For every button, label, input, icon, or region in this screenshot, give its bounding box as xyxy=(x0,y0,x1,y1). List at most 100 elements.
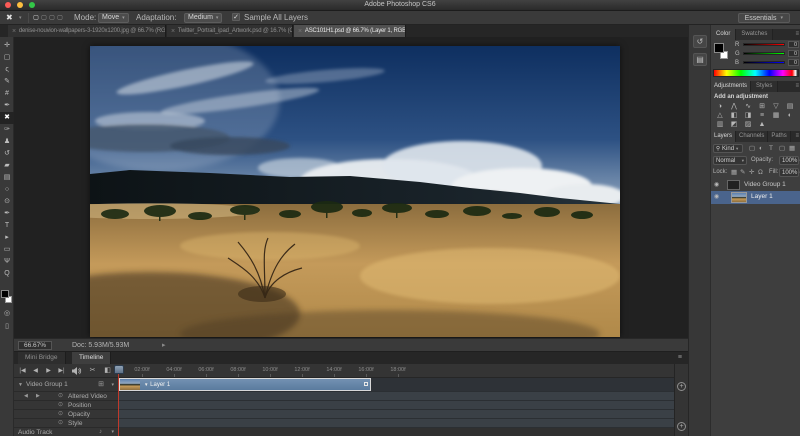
dodge-tool[interactable]: ⊙ xyxy=(0,196,14,208)
tab-color[interactable]: Color xyxy=(711,29,737,40)
tab-mini-bridge[interactable]: Mini Bridge xyxy=(18,352,66,364)
mute-audio-icon[interactable] xyxy=(72,367,82,375)
crop-tool[interactable]: # xyxy=(0,88,14,100)
red-slider[interactable] xyxy=(743,43,785,46)
filter-type-layers-icon[interactable]: T xyxy=(769,143,773,154)
adaptation-select[interactable]: Medium ▾ xyxy=(184,13,223,23)
color-panel-swatches[interactable] xyxy=(714,43,732,63)
panel-menu-icon[interactable]: ≡ xyxy=(678,354,682,361)
sample-all-layers-checkbox[interactable]: ✓ xyxy=(232,13,240,21)
document-image[interactable] xyxy=(0,31,625,358)
chevron-down-icon[interactable]: ▾ xyxy=(111,378,114,392)
document-tab-3-active[interactable]: × ASC101H1.psd @ 66.7% (Layer 1, RGB/8) … xyxy=(294,25,406,37)
video-clip-layer-1[interactable]: ▼ Layer 1 xyxy=(119,378,371,391)
lasso-tool[interactable]: ς xyxy=(0,64,14,76)
visibility-eye-icon[interactable]: ◉ xyxy=(714,191,719,203)
visibility-eye-icon[interactable]: ◉ xyxy=(714,179,719,191)
add-media-button[interactable]: + xyxy=(677,382,686,391)
previous-keyframe-icon[interactable]: ◀ xyxy=(24,392,28,401)
blur-tool[interactable]: ○ xyxy=(0,184,14,196)
intersect-selection-icon[interactable]: ▢ xyxy=(56,13,64,23)
properties-panel-icon[interactable]: ▤ xyxy=(693,53,707,66)
document-tab-1[interactable]: × denise-nouvion-wallpapers-3-1920x1200.… xyxy=(8,25,166,37)
eraser-tool[interactable]: ▰ xyxy=(0,160,14,172)
threshold-icon[interactable]: ◩ xyxy=(727,120,741,129)
disclosure-down-icon[interactable]: ▼ xyxy=(144,382,148,387)
curves-icon[interactable]: ∿ xyxy=(741,102,755,111)
split-at-playhead-icon[interactable]: ✂ xyxy=(86,366,99,376)
play-button[interactable]: ▶ xyxy=(42,366,55,376)
color-balance-icon[interactable]: △ xyxy=(713,111,727,120)
close-icon[interactable]: × xyxy=(12,28,16,35)
go-to-first-frame-button[interactable]: |◀ xyxy=(16,366,29,376)
panel-menu-icon[interactable]: ≡ xyxy=(795,29,799,40)
quick-selection-tool[interactable]: ✎ xyxy=(0,76,14,88)
photo-filter-icon[interactable]: ◨ xyxy=(741,111,755,120)
quick-mask-button[interactable]: ◎ xyxy=(0,309,14,319)
path-selection-tool[interactable]: ▸ xyxy=(0,232,14,244)
workspace-switcher-button[interactable]: Essentials ▾ xyxy=(737,13,790,23)
blend-mode-select[interactable]: Normal ▾ xyxy=(713,156,747,165)
document-size-info[interactable]: Doc: 5.93M/5.93M xyxy=(72,341,129,350)
layer-row-layer-1-selected[interactable]: ◉ Layer 1 xyxy=(711,191,800,204)
stopwatch-icon[interactable]: ⊙ xyxy=(58,419,63,428)
invert-icon[interactable]: ◐ xyxy=(783,111,797,120)
mode-select[interactable]: Move ▾ xyxy=(98,13,129,23)
filter-adjustment-layers-icon[interactable]: ◐ xyxy=(759,143,763,154)
gradient-map-icon[interactable]: ▨ xyxy=(741,120,755,129)
blue-slider[interactable] xyxy=(743,61,785,64)
lock-position-icon[interactable]: ✛ xyxy=(749,167,754,178)
stopwatch-icon[interactable]: ⊙ xyxy=(58,401,63,410)
close-icon[interactable]: × xyxy=(298,28,302,35)
tab-channels[interactable]: Channels xyxy=(736,131,769,142)
content-aware-move-tool[interactable]: ✖ xyxy=(0,112,14,124)
fill-select[interactable]: 100% ▾ xyxy=(779,168,800,177)
eyedropper-tool[interactable]: ✒ xyxy=(0,100,14,112)
chevron-down-icon[interactable]: ▾ xyxy=(111,428,114,436)
track-altered-video[interactable]: ◀ ▶ ⊙ Altered Video xyxy=(14,392,118,401)
history-panel-icon[interactable]: ↺ xyxy=(693,35,707,48)
clone-stamp-tool[interactable]: ♟ xyxy=(0,136,14,148)
go-to-next-frame-button[interactable]: ▶| xyxy=(55,366,68,376)
tab-layers[interactable]: Layers xyxy=(711,131,737,142)
go-to-previous-frame-button[interactable]: ◀ xyxy=(29,366,42,376)
tool-preset-dropdown-icon[interactable]: ▾ xyxy=(19,13,22,23)
audio-track-header[interactable]: Audio Track ♪ ▾ xyxy=(14,428,118,436)
marquee-tool[interactable]: ▢ xyxy=(0,52,14,64)
panel-menu-icon[interactable]: ≡ xyxy=(795,81,799,92)
zoom-tool[interactable]: Q xyxy=(0,268,14,280)
playhead-handle[interactable] xyxy=(114,365,124,374)
move-tool[interactable]: ✛ xyxy=(0,40,14,52)
current-tool-icon[interactable]: ✖ xyxy=(6,13,13,23)
subtract-selection-icon[interactable]: ▢ xyxy=(48,13,56,23)
music-note-icon[interactable]: ♪ xyxy=(99,428,102,436)
stopwatch-icon[interactable]: ⊙ xyxy=(58,392,63,401)
layer-row-video-group-1[interactable]: ◉ Video Group 1 xyxy=(711,179,800,191)
red-value[interactable]: 0 xyxy=(788,41,799,48)
track-opacity[interactable]: ⊙ Opacity xyxy=(14,410,118,419)
add-selection-icon[interactable]: ▢ xyxy=(40,13,48,23)
green-value[interactable]: 0 xyxy=(788,50,799,57)
history-brush-tool[interactable]: ↺ xyxy=(0,148,14,160)
tab-timeline[interactable]: Timeline xyxy=(72,352,112,364)
black-white-icon[interactable]: ◧ xyxy=(727,111,741,120)
color-lookup-icon[interactable]: ▦ xyxy=(769,111,783,120)
pen-tool[interactable]: ✒ xyxy=(0,208,14,220)
video-group-header[interactable]: ▼ Video Group 1 ⊞ ▾ xyxy=(14,378,118,392)
green-slider[interactable] xyxy=(743,52,785,55)
track-position[interactable]: ⊙ Position xyxy=(14,401,118,410)
opacity-select[interactable]: 100% ▾ xyxy=(779,156,800,165)
filter-pixel-layers-icon[interactable]: ▢ xyxy=(749,143,755,154)
zoom-level-field[interactable]: 66.67% xyxy=(18,341,52,350)
levels-icon[interactable]: ⋀ xyxy=(727,102,741,111)
blue-value[interactable]: 0 xyxy=(788,59,799,66)
type-tool[interactable]: T xyxy=(0,220,14,232)
hue-saturation-icon[interactable]: ▤ xyxy=(783,102,797,111)
lock-transparency-icon[interactable]: ▦ xyxy=(731,167,737,178)
close-icon[interactable]: × xyxy=(171,28,175,35)
add-media-to-track-icon[interactable]: ⊞ xyxy=(98,378,104,392)
color-spectrum-ramp[interactable] xyxy=(713,69,799,77)
next-keyframe-icon[interactable]: ▶ xyxy=(36,392,40,401)
foreground-background-swatches[interactable] xyxy=(0,289,14,305)
new-selection-icon[interactable]: ▢ xyxy=(32,13,40,23)
